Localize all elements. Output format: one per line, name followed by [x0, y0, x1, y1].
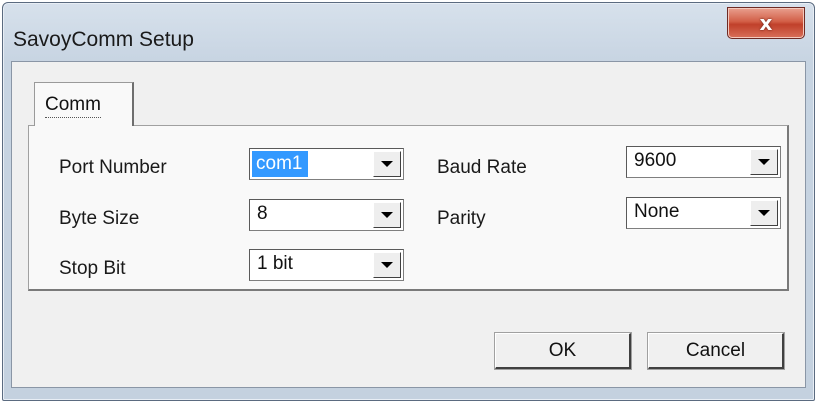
cancel-button[interactable]: Cancel — [647, 332, 785, 370]
comm-tab-panel: Port Number com1 Byte Size 8 Stop Bit 1 … — [28, 125, 789, 291]
chevron-down-icon — [381, 212, 393, 218]
port-number-value: com1 — [252, 151, 309, 177]
baud-rate-value: 9600 — [634, 150, 677, 171]
stop-bit-value: 1 bit — [257, 253, 293, 274]
port-number-select[interactable]: com1 — [249, 148, 404, 180]
dialog-client-area: Comm Port Number com1 Byte Size 8 Stop B… — [11, 61, 806, 388]
tab-comm[interactable]: Comm — [34, 82, 134, 126]
port-number-dropdown-button[interactable] — [373, 151, 401, 177]
port-number-label: Port Number — [59, 157, 167, 178]
byte-size-label: Byte Size — [59, 208, 140, 229]
chevron-down-icon — [758, 210, 770, 216]
title-bar[interactable]: SavoyComm Setup x — [3, 3, 814, 61]
baud-rate-dropdown-button[interactable] — [750, 149, 778, 175]
byte-size-dropdown-button[interactable] — [373, 202, 401, 228]
stop-bit-dropdown-button[interactable] — [373, 252, 401, 278]
dialog-window: SavoyComm Setup x Comm Port Number com1 … — [2, 2, 815, 401]
close-button[interactable]: x — [727, 7, 805, 39]
baud-rate-select[interactable]: 9600 — [626, 146, 781, 178]
stop-bit-select[interactable]: 1 bit — [249, 249, 404, 281]
window-title: SavoyComm Setup — [13, 28, 194, 51]
parity-select[interactable]: None — [626, 197, 781, 229]
ok-button[interactable]: OK — [494, 332, 632, 370]
parity-dropdown-button[interactable] — [750, 200, 778, 226]
chevron-down-icon — [381, 262, 393, 268]
close-icon: x — [759, 11, 773, 35]
stop-bit-label: Stop Bit — [59, 258, 126, 279]
byte-size-select[interactable]: 8 — [249, 199, 404, 231]
chevron-down-icon — [381, 161, 393, 167]
byte-size-value: 8 — [257, 203, 268, 224]
parity-label: Parity — [437, 208, 486, 229]
baud-rate-label: Baud Rate — [437, 157, 527, 178]
chevron-down-icon — [758, 159, 770, 165]
parity-value: None — [634, 201, 680, 222]
tab-comm-label: Comm — [45, 94, 101, 118]
